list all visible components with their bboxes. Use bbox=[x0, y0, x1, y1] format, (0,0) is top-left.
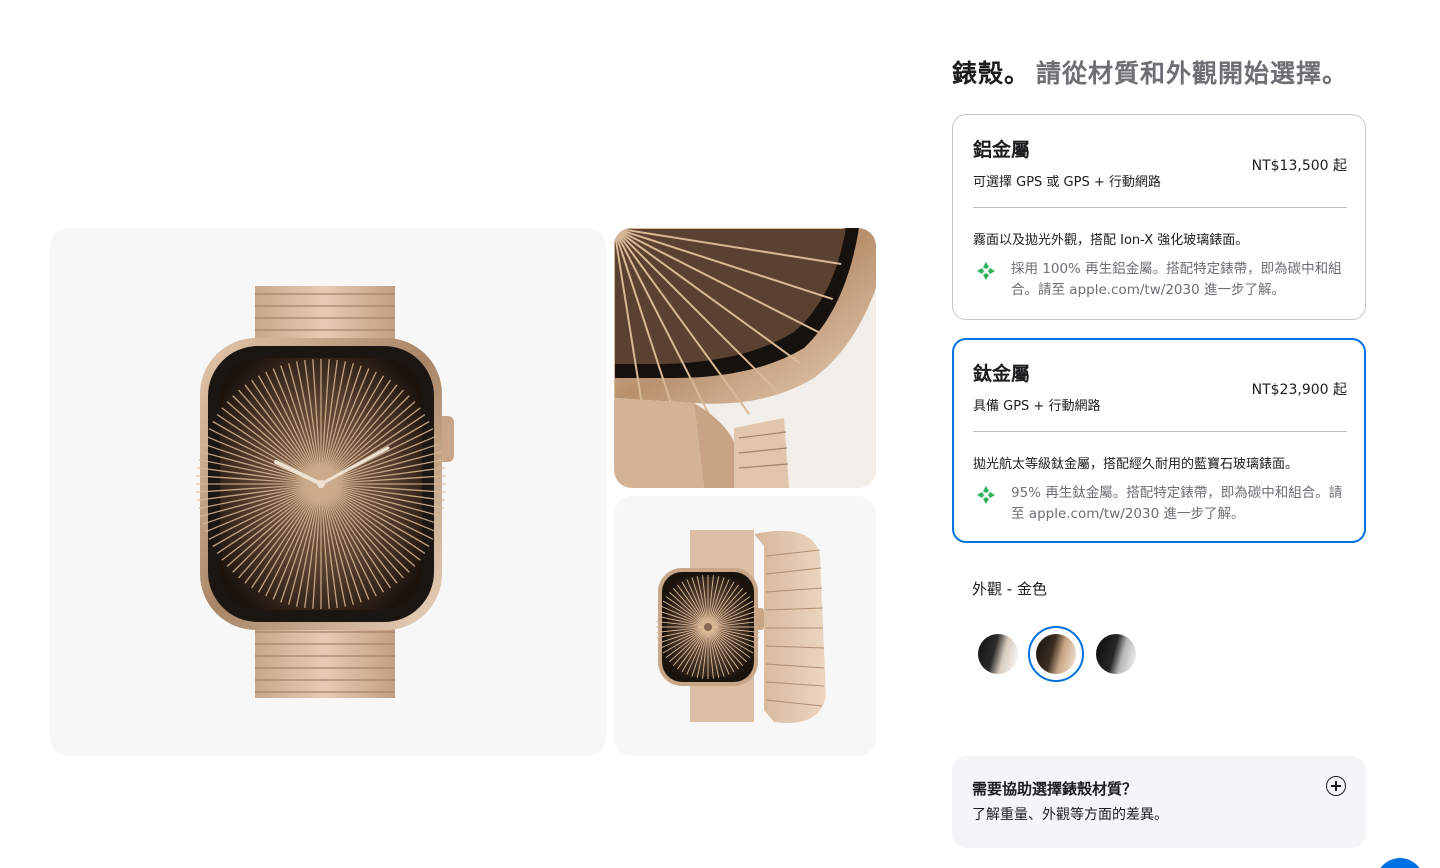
option-connectivity: 具備 GPS + 行動網路 bbox=[973, 399, 1101, 414]
plus-circle-icon[interactable] bbox=[1326, 776, 1346, 796]
watch-front-illustration bbox=[196, 286, 454, 698]
eco-text: 採用 100% 再生鋁金屬。搭配特定錶帶，即為碳中和組合。請至 apple.co… bbox=[1011, 261, 1342, 298]
option-name: 鈦金屬 bbox=[973, 363, 1031, 385]
recycle-leaf-icon bbox=[977, 486, 995, 504]
main-product-image[interactable] bbox=[50, 228, 606, 756]
watch-closeup-illustration bbox=[614, 228, 876, 488]
option-eco-note: 採用 100% 再生鋁金屬。搭配特定錶帶，即為碳中和組合。請至 apple.co… bbox=[975, 259, 1347, 301]
help-title: 需要協助選擇錶殼材質？ bbox=[972, 780, 1138, 798]
option-description: 拋光航太等級鈦金屬，搭配經久耐用的藍寶石玻璃錶面。 bbox=[973, 457, 1299, 472]
case-option-titanium[interactable]: 鈦金屬 具備 GPS + 行動網路 NT$23,900 起 拋光航太等級鈦金屬，… bbox=[952, 338, 1366, 543]
finish-label: 外觀 - 金色 bbox=[972, 580, 1047, 598]
option-price: NT$23,900 起 bbox=[1251, 382, 1347, 398]
heading-sub: 請從材質和外觀開始選擇。 bbox=[1036, 59, 1349, 88]
swatch-slate[interactable] bbox=[978, 634, 1018, 674]
heading-strong: 錶殼。 bbox=[952, 59, 1031, 88]
closeup-product-image[interactable] bbox=[614, 228, 876, 488]
option-price: NT$13,500 起 bbox=[1251, 158, 1347, 174]
product-gallery bbox=[0, 0, 900, 868]
case-option-aluminum[interactable]: 鋁金屬 可選擇 GPS 或 GPS + 行動網路 NT$13,500 起 霧面以… bbox=[952, 114, 1366, 320]
option-description: 霧面以及拋光外觀，搭配 Ion-X 強化玻璃錶面。 bbox=[973, 233, 1249, 248]
option-name: 鋁金屬 bbox=[973, 139, 1031, 161]
help-subtitle: 了解重量、外觀等方面的差異。 bbox=[972, 807, 1168, 823]
recycle-leaf-icon bbox=[977, 262, 995, 280]
option-divider bbox=[973, 207, 1347, 208]
side-product-image[interactable] bbox=[614, 496, 876, 756]
eco-text: 95% 再生鈦金屬。搭配特定錶帶，即為碳中和組合。請至 apple.com/tw… bbox=[1011, 485, 1343, 522]
swatch-gold[interactable] bbox=[1036, 634, 1076, 674]
finish-swatches bbox=[978, 626, 1178, 686]
swatch-natural[interactable] bbox=[1096, 634, 1136, 674]
section-heading: 錶殼。 請從材質和外觀開始選擇。 bbox=[952, 54, 1348, 90]
chat-button[interactable] bbox=[1376, 858, 1424, 868]
option-eco-note: 95% 再生鈦金屬。搭配特定錶帶，即為碳中和組合。請至 apple.com/tw… bbox=[975, 483, 1347, 525]
option-divider bbox=[973, 431, 1347, 432]
help-card[interactable]: 需要協助選擇錶殼材質？ 了解重量、外觀等方面的差異。 bbox=[952, 756, 1366, 848]
watch-side-illustration bbox=[656, 530, 826, 723]
option-connectivity: 可選擇 GPS 或 GPS + 行動網路 bbox=[973, 175, 1161, 190]
configuration-panel: 錶殼。 請從材質和外觀開始選擇。 鋁金屬 可選擇 GPS 或 GPS + 行動網路… bbox=[952, 0, 1366, 868]
